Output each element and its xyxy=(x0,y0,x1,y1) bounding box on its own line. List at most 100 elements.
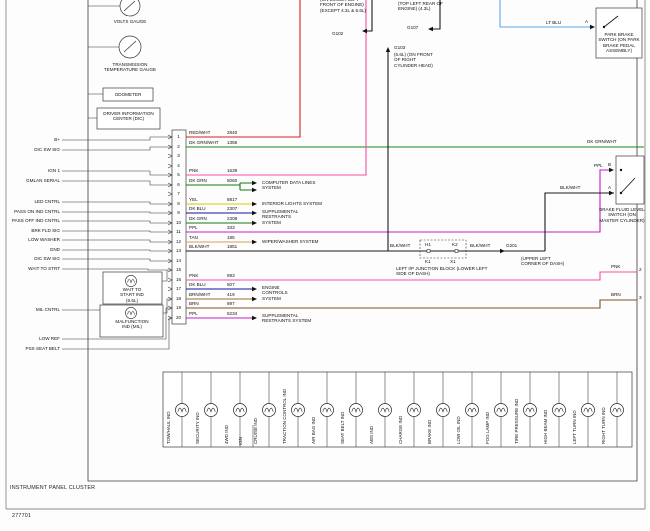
lamp-label: SECURITY IND xyxy=(195,412,200,444)
pin-number: 11 xyxy=(172,229,185,234)
pin-number: 7 xyxy=(172,191,185,196)
wire-color-label: PPL xyxy=(189,311,226,316)
signal-label: DIC SW SIG xyxy=(2,147,60,152)
lamp-label: AIR BAG IND xyxy=(311,417,316,444)
odometer-label: ODOMETER xyxy=(104,92,152,97)
circuit-number: 507 xyxy=(227,282,249,287)
wire-color-label: DK GRN xyxy=(189,178,226,183)
lamp-label: BRAKE IND xyxy=(427,420,432,444)
lamp-label: HIGH BEAM IND xyxy=(543,410,548,444)
wire-color-label: PNK xyxy=(189,168,226,173)
wire-color-label: YEL xyxy=(189,197,226,202)
circuit-number: 5060 xyxy=(227,178,249,183)
signal-label: BRK FLD SIG xyxy=(2,228,60,233)
connector-strip xyxy=(172,130,186,324)
pin-number: 4 xyxy=(172,163,185,168)
wire-brn-897 xyxy=(186,300,637,308)
dic-label: DRIVER INFORMATION CENTER (DIC) xyxy=(98,111,159,122)
pin-number: 2 xyxy=(172,144,185,149)
lamp-label: RIGHT TURN IND xyxy=(601,407,606,444)
callout-computer-data: COMPUTER DATA LINES SYSTEM xyxy=(262,180,320,191)
lamp-label: ABS IND xyxy=(369,426,374,444)
wire-red-wht-2840 xyxy=(186,0,300,137)
circuit-number: 1356 xyxy=(227,140,249,145)
callout-interior-lights: INTERIOR LIGHTS SYSTEM xyxy=(262,201,334,206)
pin-number: 1 xyxy=(172,134,185,139)
wire-color-label: DK BLU xyxy=(189,282,226,287)
jb-terminal-k1: K1 xyxy=(425,259,437,264)
wire-color-label: PPL xyxy=(189,225,226,230)
pin-number: 12 xyxy=(172,239,185,244)
wiring-diagram-page: VOLTS GAUGE TRANSMISSION TEMPERATURE GAU… xyxy=(0,0,650,531)
lamp-label: CRUISE IND xyxy=(253,418,258,444)
g107-name: G107 xyxy=(407,25,431,30)
lamp-label: TIRE PRESSURE IND xyxy=(514,399,519,444)
wire-color-label: RED/WHT xyxy=(189,130,226,135)
circuit-number: 2840 xyxy=(227,130,249,135)
lamp-label: FOG LAMP IND xyxy=(485,412,490,444)
signal-label: B+ xyxy=(2,137,60,142)
lamp-label: LEFT TURN IND xyxy=(572,410,577,444)
edge-ref-3: 3 xyxy=(639,295,647,300)
g201-location: (UPPER LEFT CORNER OF DASH) xyxy=(521,256,567,267)
circuit-number: 8817 xyxy=(227,197,249,202)
wire-color-label: BRN/WHT xyxy=(189,292,226,297)
pin-number: 18 xyxy=(172,296,185,301)
edge-ref-2: 2 xyxy=(639,267,647,272)
park-brake-terminal-a: A xyxy=(585,19,595,24)
pin-number: 8 xyxy=(172,201,185,206)
wire-color-label: DK BLU xyxy=(189,206,226,211)
lamp-label: LOW OIL IND xyxy=(456,416,461,444)
figure-number: 277701 xyxy=(12,513,92,519)
callout-engine-controls: ENGINE CONTROLS SYSTEM xyxy=(262,285,296,301)
pin-number: 16 xyxy=(172,277,185,282)
g201-name: G201 xyxy=(506,243,530,248)
blk-wht-wire-label: BLK/WHT xyxy=(560,185,592,190)
signal-label: MIL CNTRL xyxy=(2,307,60,312)
callout-srs-1: SUPPLEMENTAL RESTRAINTS SYSTEM xyxy=(262,209,302,225)
circuit-number: 185 xyxy=(227,235,249,240)
signal-label: PASS ON IND CNTRL xyxy=(2,209,60,214)
signal-label: IGN 1 xyxy=(2,168,60,173)
signal-label: PSS SEAT BELT xyxy=(2,346,60,351)
jb-terminal-x1: X1 xyxy=(450,259,462,264)
g102-location: (ON LOWER LEFT FRONT OF ENGINE) (EXCEPT … xyxy=(320,0,368,13)
trans-temp-gauge-dial xyxy=(119,36,141,58)
brake-fluid-terminal-b: B xyxy=(608,162,616,167)
circuit-number: 1851 xyxy=(227,244,249,249)
volts-gauge-label: VOLTS GAUGE xyxy=(103,19,157,24)
park-brake-switch-label: PARK BRAKE SWITCH (ON PARK BRAKE PEDAL A… xyxy=(597,32,641,53)
wire-color-label: BLK/WHT xyxy=(189,244,226,249)
wire-color-label: TAN xyxy=(189,235,226,240)
pin-number: 6 xyxy=(172,182,185,187)
circuit-number: 2307 xyxy=(227,206,249,211)
lamp-label: TOW/HAUL IND xyxy=(166,411,171,444)
pin-number: 10 xyxy=(172,220,185,225)
pin-number: 14 xyxy=(172,258,185,263)
wire-dk-grn-5060 xyxy=(186,183,252,190)
wire-color-label: PNK xyxy=(189,273,226,278)
circuit-number: 5234 xyxy=(227,311,249,316)
edge-pnk-label: PNK xyxy=(611,264,633,269)
brake-fluid-contact-b xyxy=(620,169,622,171)
circuit-number: 2308 xyxy=(227,216,249,221)
circuit-number: 419 xyxy=(227,292,249,297)
volts-gauge-dial xyxy=(120,0,140,16)
signal-label: DIC SW SIG xyxy=(2,256,60,261)
component-boxes xyxy=(97,8,644,447)
g102-name: G102 xyxy=(332,31,356,36)
signal-label: LOW REF xyxy=(2,336,60,341)
lamp-label: CHARGE IND xyxy=(398,416,403,444)
pin-number: 5 xyxy=(172,172,185,177)
pin-number: 3 xyxy=(172,153,185,158)
brake-fluid-terminal-a: A xyxy=(608,185,616,190)
brake-fluid-switch-box xyxy=(616,156,644,204)
circuit-number: 893 xyxy=(227,273,249,278)
pin-number: 20 xyxy=(172,315,185,320)
gauges xyxy=(119,0,141,58)
pin-number: 13 xyxy=(172,248,185,253)
ign-rail-label: IGN xyxy=(238,437,243,445)
lamp-label: SEAT BELT IND xyxy=(340,412,345,444)
jb-terminal-h1: H1 xyxy=(425,242,437,247)
jb-wire-in-label: BLK/WHT xyxy=(390,243,420,248)
